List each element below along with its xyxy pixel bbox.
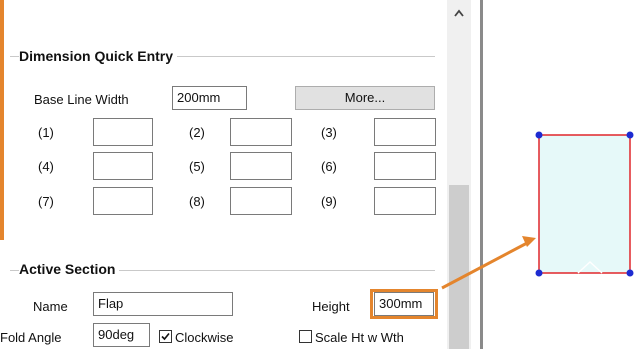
- callout-arrow-line: [441, 240, 530, 290]
- corner-handle[interactable]: [535, 269, 543, 277]
- corner-handle[interactable]: [626, 131, 634, 139]
- flap-section-shape[interactable]: [538, 134, 631, 274]
- corner-handle[interactable]: [535, 131, 543, 139]
- canvas-overlay: [441, 131, 634, 290]
- corner-handle[interactable]: [626, 269, 634, 277]
